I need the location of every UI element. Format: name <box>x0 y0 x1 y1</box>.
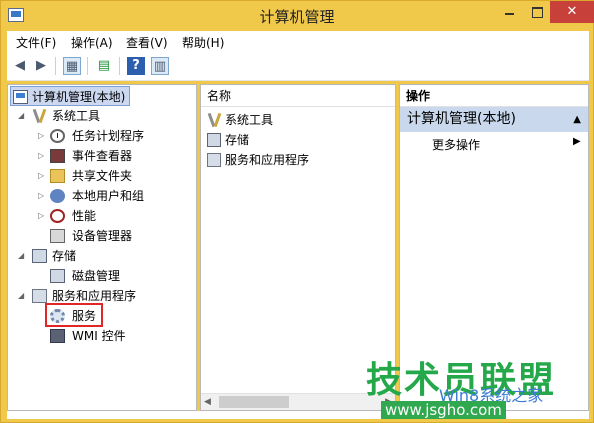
scroll-left-icon[interactable]: ◀ <box>204 397 211 407</box>
toolbar: ◀ ▶ ▦ ▤ ? ▥ <box>7 51 589 81</box>
submenu-arrow-icon[interactable]: ▶ <box>573 136 581 147</box>
tree-item-shared-folders[interactable]: ▷ 共享文件夹 <box>38 166 188 186</box>
expand-arrow-icon[interactable]: ▷ <box>38 166 44 186</box>
export-list-icon[interactable]: ▤ <box>95 57 113 75</box>
tree-item-storage[interactable]: ◢ 存储 <box>18 246 188 266</box>
forward-arrow-icon[interactable]: ▶ <box>32 57 50 75</box>
tree-item-event-viewer[interactable]: ▷ 事件查看器 <box>38 146 188 166</box>
collapse-arrow-icon[interactable]: ◢ <box>18 286 24 306</box>
back-arrow-icon[interactable]: ◀ <box>11 57 29 75</box>
services-highlight-box <box>45 303 103 327</box>
device-manager-icon <box>50 229 65 243</box>
console-tree-pane: 计算机管理(本地) ◢ 系统工具 ▷ 任务计划程序 ▷ 事件查看器 ▷ 共享文件… <box>7 84 197 411</box>
tree-item-services-and-applications[interactable]: ◢ 服务和应用程序 <box>18 286 188 306</box>
watermark-url: www.jsgho.com <box>381 401 506 419</box>
toolbar-separator <box>55 57 56 75</box>
tree-item-system-tools[interactable]: ◢ 系统工具 <box>18 106 188 126</box>
watermark: 技术员联盟 Win8系统之家 www.jsgho.com <box>366 351 594 423</box>
actions-section-title[interactable]: 计算机管理(本地) ▲ <box>400 107 588 132</box>
column-header-name[interactable]: 名称 <box>201 85 395 107</box>
show-tree-icon[interactable]: ▦ <box>63 57 81 75</box>
collapse-arrow-icon[interactable]: ◢ <box>18 246 24 266</box>
collapse-arrow-icon[interactable]: ◢ <box>18 106 24 126</box>
menu-bar: 文件(F) 操作(A) 查看(V) 帮助(H) <box>7 31 589 51</box>
menu-file[interactable]: 文件(F) <box>16 34 56 51</box>
disk-icon <box>50 269 65 283</box>
performance-icon <box>50 209 65 223</box>
menu-action[interactable]: 操作(A) <box>71 34 113 51</box>
event-viewer-icon <box>50 149 65 163</box>
more-actions-link[interactable]: 更多操作 <box>432 136 480 153</box>
toolbar-separator <box>119 57 120 75</box>
computer-icon <box>13 90 28 104</box>
menu-view[interactable]: 查看(V) <box>126 34 168 51</box>
tools-icon <box>32 109 47 123</box>
tree-item-local-users[interactable]: ▷ 本地用户和组 <box>38 186 188 206</box>
close-button[interactable]: ✕ <box>550 1 594 23</box>
services-apps-icon <box>207 153 221 167</box>
expand-arrow-icon[interactable]: ▷ <box>38 126 44 146</box>
tree-item-performance[interactable]: ▷ 性能 <box>38 206 188 226</box>
show-action-pane-icon[interactable]: ▥ <box>151 57 169 75</box>
scrollbar-thumb[interactable] <box>219 396 289 408</box>
maximize-button[interactable] <box>523 1 550 23</box>
expand-arrow-icon[interactable]: ▷ <box>38 186 44 206</box>
storage-icon <box>32 249 47 263</box>
tools-icon <box>207 113 221 127</box>
expand-arrow-icon[interactable]: ▷ <box>38 206 44 226</box>
tree-item-wmi-control[interactable]: WMI 控件 <box>38 326 188 346</box>
menu-help[interactable]: 帮助(H) <box>182 34 224 51</box>
storage-icon <box>207 133 221 147</box>
minimize-button[interactable] <box>496 1 523 23</box>
tree-root[interactable]: 计算机管理(本地) <box>10 86 130 106</box>
users-icon <box>50 189 65 203</box>
services-apps-icon <box>32 289 47 303</box>
tree-item-task-scheduler[interactable]: ▷ 任务计划程序 <box>38 126 188 146</box>
task-scheduler-icon <box>50 129 65 143</box>
title-bar: 计算机管理 ✕ <box>1 1 594 31</box>
toolbar-separator <box>87 57 88 75</box>
collapse-caret-icon[interactable]: ▲ <box>573 107 581 132</box>
expand-arrow-icon[interactable]: ▷ <box>38 146 44 166</box>
shared-folder-icon <box>50 169 65 183</box>
computer-management-window: 计算机管理 ✕ 文件(F) 操作(A) 查看(V) 帮助(H) ◀ ▶ ▦ ▤ … <box>0 0 594 423</box>
tree-item-device-manager[interactable]: 设备管理器 <box>38 226 188 246</box>
wmi-icon <box>50 329 65 343</box>
actions-header: 操作 <box>400 85 588 107</box>
help-icon[interactable]: ? <box>127 57 145 75</box>
tree-item-disk-management[interactable]: 磁盘管理 <box>38 266 188 286</box>
